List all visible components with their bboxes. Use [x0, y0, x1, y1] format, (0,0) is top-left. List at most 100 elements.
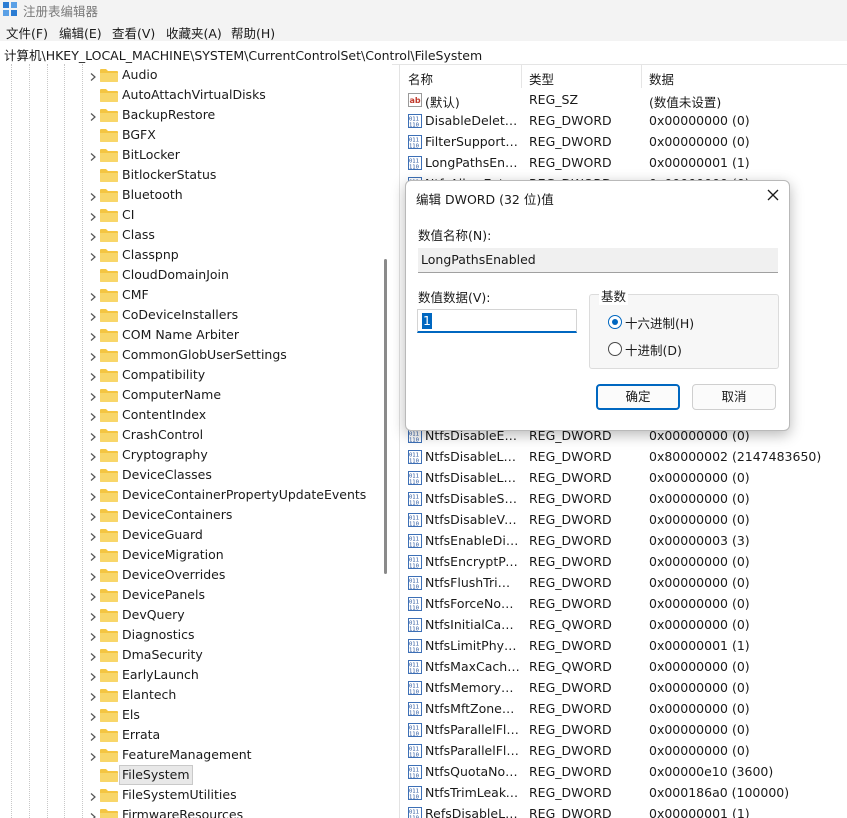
value-name[interactable]: FilterSupportedFeaturesMode: [425, 134, 520, 149]
value-row[interactable]: 011110NtfsLimitPhysicalMemory REG_DWORD 0x…: [400, 636, 847, 657]
tree-item[interactable]: DevQuery: [0, 605, 392, 625]
tree-item-label[interactable]: ContentIndex: [122, 407, 206, 422]
menu-favorites[interactable]: 收藏夹(A): [166, 23, 222, 42]
column-header-data[interactable]: 数据: [649, 69, 674, 88]
chevron-right-icon[interactable]: [88, 810, 98, 818]
column-header-type[interactable]: 类型: [529, 69, 554, 88]
tree-item[interactable]: AutoAttachVirtualDisks: [0, 85, 392, 105]
value-row[interactable]: 011110RefsDisableLastAccessUpdate REG_DWO…: [400, 804, 847, 818]
chevron-right-icon[interactable]: [88, 210, 98, 221]
tree-item-label[interactable]: BitlockerStatus: [122, 167, 216, 182]
tree-item-label[interactable]: Diagnostics: [122, 627, 195, 642]
ok-button[interactable]: 确定: [596, 384, 680, 410]
tree-item-label[interactable]: ComputerName: [122, 387, 221, 402]
tree-item-label[interactable]: Classpnp: [122, 247, 179, 262]
value-name[interactable]: NtfsDisableLfsDowngrade: [425, 470, 520, 485]
tree-item[interactable]: COM Name Arbiter: [0, 325, 392, 345]
tree-item[interactable]: Audio: [0, 65, 392, 85]
tree-item[interactable]: CI: [0, 205, 392, 225]
chevron-right-icon[interactable]: [88, 350, 98, 361]
tree-item-label[interactable]: CloudDomainJoin: [122, 267, 229, 282]
chevron-right-icon[interactable]: [88, 570, 98, 581]
tree-item[interactable]: BGFX: [0, 125, 392, 145]
tree-item[interactable]: ContentIndex: [0, 405, 392, 425]
tree-item-label[interactable]: DevicePanels: [122, 587, 205, 602]
value-name[interactable]: NtfsDisableVolsnapHints: [425, 512, 520, 527]
tree-item-label[interactable]: Els: [122, 707, 140, 722]
tree-item-label[interactable]: CrashControl: [122, 427, 203, 442]
value-name[interactable]: NtfsMftZoneReservation: [425, 701, 520, 716]
tree-item[interactable]: CoDeviceInstallers: [0, 305, 392, 325]
tree-item-label[interactable]: BGFX: [122, 127, 156, 142]
tree-item[interactable]: BitLocker: [0, 145, 392, 165]
tree-item-label[interactable]: CI: [122, 207, 134, 222]
tree-item[interactable]: Errata: [0, 725, 392, 745]
value-row[interactable]: 011110NtfsDisableVolsnapHints REG_DWORD 0x…: [400, 510, 847, 531]
tree-item[interactable]: DeviceContainers: [0, 505, 392, 525]
value-data-input[interactable]: 1: [417, 309, 577, 333]
tree-item[interactable]: Elantech: [0, 685, 392, 705]
tree-item-label[interactable]: FileSystem: [119, 765, 193, 785]
hex-radio-label[interactable]: 十六进制(H): [625, 313, 694, 332]
value-name[interactable]: NtfsInitialCacheSize: [425, 617, 520, 632]
chevron-right-icon[interactable]: [88, 650, 98, 661]
value-name[interactable]: NtfsEncryptPagingFile: [425, 554, 520, 569]
chevron-right-icon[interactable]: [88, 510, 98, 521]
tree-item-label[interactable]: DevQuery: [122, 607, 185, 622]
tree-item[interactable]: FileSystemUtilities: [0, 785, 392, 805]
tree-item-label[interactable]: Elantech: [122, 687, 176, 702]
tree-item-label[interactable]: AutoAttachVirtualDisks: [122, 87, 266, 102]
chevron-right-icon[interactable]: [88, 230, 98, 241]
chevron-right-icon[interactable]: [88, 310, 98, 321]
tree-item[interactable]: CMF: [0, 285, 392, 305]
key-tree[interactable]: Audio AutoAttachVirtualDisks BackupRestore…: [0, 64, 392, 818]
tree-item-label[interactable]: Errata: [122, 727, 160, 742]
tree-item-label[interactable]: DeviceOverrides: [122, 567, 225, 582]
menu-view[interactable]: 查看(V): [112, 23, 155, 42]
chevron-right-icon[interactable]: [88, 330, 98, 341]
tree-item-label[interactable]: CoDeviceInstallers: [122, 307, 238, 322]
column-separator[interactable]: [521, 64, 522, 88]
tree-item-label[interactable]: DeviceGuard: [122, 527, 203, 542]
tree-item-label[interactable]: DeviceClasses: [122, 467, 212, 482]
tree-item-label[interactable]: DeviceContainers: [122, 507, 232, 522]
tree-item[interactable]: FileSystem: [0, 765, 392, 785]
chevron-right-icon[interactable]: [88, 590, 98, 601]
tree-item[interactable]: DeviceContainerPropertyUpdateEvents: [0, 485, 392, 505]
column-separator[interactable]: [641, 64, 642, 88]
tree-item-label[interactable]: DmaSecurity: [122, 647, 203, 662]
chevron-right-icon[interactable]: [88, 630, 98, 641]
chevron-right-icon[interactable]: [88, 470, 98, 481]
value-name[interactable]: NtfsMaxCacheSize: [425, 659, 520, 674]
decimal-radio[interactable]: [608, 342, 622, 356]
tree-item[interactable]: Classpnp: [0, 245, 392, 265]
tree-item-label[interactable]: Cryptography: [122, 447, 208, 462]
tree-item[interactable]: CrashControl: [0, 425, 392, 445]
tree-item[interactable]: DeviceClasses: [0, 465, 392, 485]
tree-item-label[interactable]: FirmwareResources: [122, 807, 243, 818]
value-name[interactable]: DisableDeleteNotification: [425, 113, 520, 128]
value-row[interactable]: 011110NtfsTrimLeakedSpaceInterval REG_DWO…: [400, 783, 847, 804]
close-icon[interactable]: [765, 187, 781, 203]
tree-item-label[interactable]: COM Name Arbiter: [122, 327, 239, 342]
value-row[interactable]: 011110NtfsFlushTrimRange REG_DWORD 0x00000…: [400, 573, 847, 594]
chevron-right-icon[interactable]: [88, 250, 98, 261]
menu-edit[interactable]: 编辑(E): [59, 23, 102, 42]
value-row[interactable]: 011110NtfsMaxCacheSize REG_QWORD 0x0000000…: [400, 657, 847, 678]
value-name[interactable]: NtfsEnableDirCaseSensitivity: [425, 533, 520, 548]
value-row[interactable]: 011110FilterSupportedFeaturesMode REG_DWO…: [400, 132, 847, 153]
chevron-right-icon[interactable]: [88, 790, 98, 801]
tree-item[interactable]: BitlockerStatus: [0, 165, 392, 185]
value-name[interactable]: NtfsMemoryUsage: [425, 680, 520, 695]
value-data-text[interactable]: 1: [422, 313, 432, 329]
chevron-right-icon[interactable]: [88, 670, 98, 681]
value-row[interactable]: 011110NtfsDisableSpotCorruptionHandling R…: [400, 489, 847, 510]
tree-item-label[interactable]: Bluetooth: [122, 187, 183, 202]
tree-item[interactable]: Bluetooth: [0, 185, 392, 205]
tree-item[interactable]: CommonGlobUserSettings: [0, 345, 392, 365]
tree-item-label[interactable]: DeviceContainerPropertyUpdateEvents: [122, 487, 366, 502]
value-row[interactable]: ab (默认) REG_SZ (数值未设置): [400, 90, 847, 111]
tree-item-label[interactable]: Audio: [122, 67, 158, 82]
address-bar[interactable]: 计算机\HKEY_LOCAL_MACHINE\SYSTEM\CurrentCon…: [0, 42, 847, 65]
tree-item-label[interactable]: Class: [122, 227, 155, 242]
